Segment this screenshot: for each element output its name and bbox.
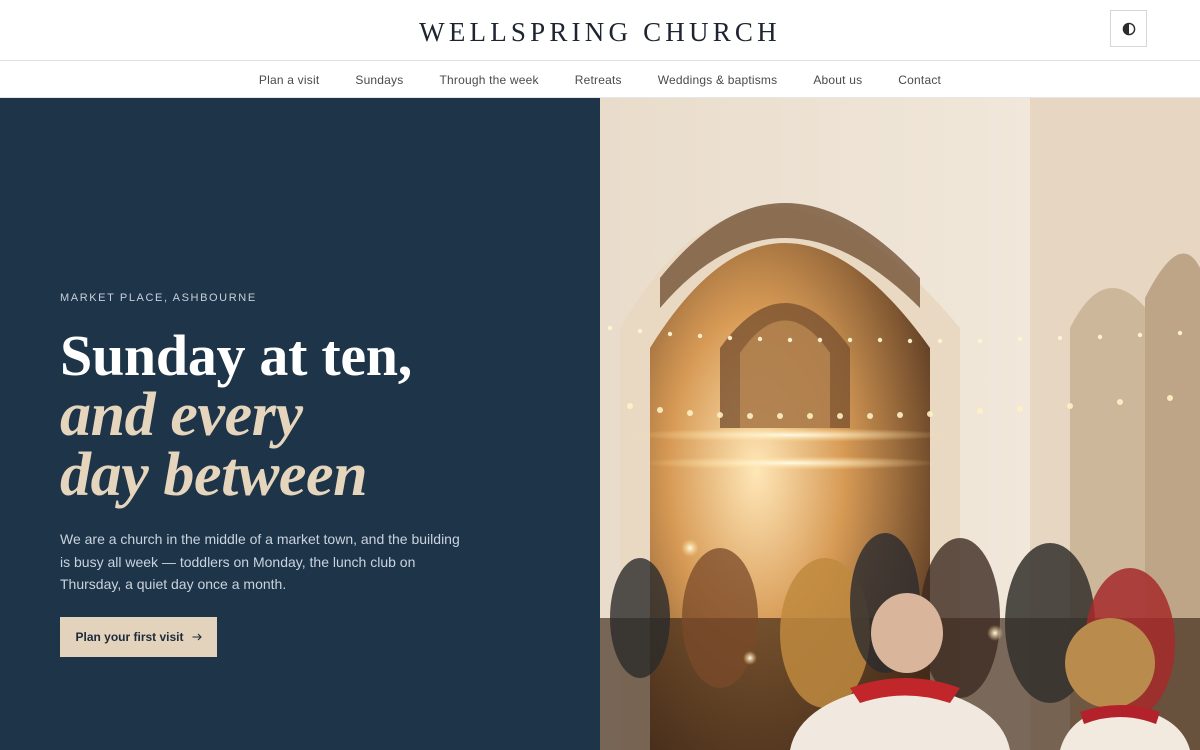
- church-interior-photo: [600, 98, 1200, 750]
- plan-first-visit-button[interactable]: Plan your first visit: [60, 617, 217, 657]
- nav-link-contact[interactable]: Contact: [898, 73, 941, 87]
- site-logo[interactable]: WELLSPRING CHURCH: [0, 17, 1200, 48]
- nav-link-weddings-baptisms[interactable]: Weddings & baptisms: [658, 73, 778, 87]
- headline-line-2: and every: [60, 381, 303, 449]
- cta-label: Plan your first visit: [75, 630, 184, 644]
- arrow-right-icon: [192, 633, 202, 641]
- hero-eyebrow: MARKET PLACE, ASHBOURNE: [60, 292, 257, 304]
- hero-section: MARKET PLACE, ASHBOURNE Sunday at ten, a…: [0, 98, 1200, 750]
- headline-line-1: Sunday at ten,: [60, 323, 412, 388]
- site-header: WELLSPRING CHURCH: [0, 0, 1200, 61]
- theme-toggle-button[interactable]: [1110, 10, 1147, 47]
- nav-link-plan-a-visit[interactable]: Plan a visit: [259, 73, 319, 87]
- nav-link-about-us[interactable]: About us: [813, 73, 862, 87]
- nav-link-retreats[interactable]: Retreats: [575, 73, 622, 87]
- headline-line-3: day between: [60, 441, 368, 509]
- hero-text-panel: MARKET PLACE, ASHBOURNE Sunday at ten, a…: [0, 98, 600, 750]
- nav-link-sundays[interactable]: Sundays: [355, 73, 403, 87]
- contrast-icon: [1122, 22, 1135, 35]
- main-nav: Plan a visit Sundays Through the week Re…: [0, 61, 1200, 98]
- hero-headline: Sunday at ten, and every day between: [60, 323, 412, 509]
- hero-description: We are a church in the middle of a marke…: [60, 531, 460, 592]
- nav-link-through-the-week[interactable]: Through the week: [439, 73, 538, 87]
